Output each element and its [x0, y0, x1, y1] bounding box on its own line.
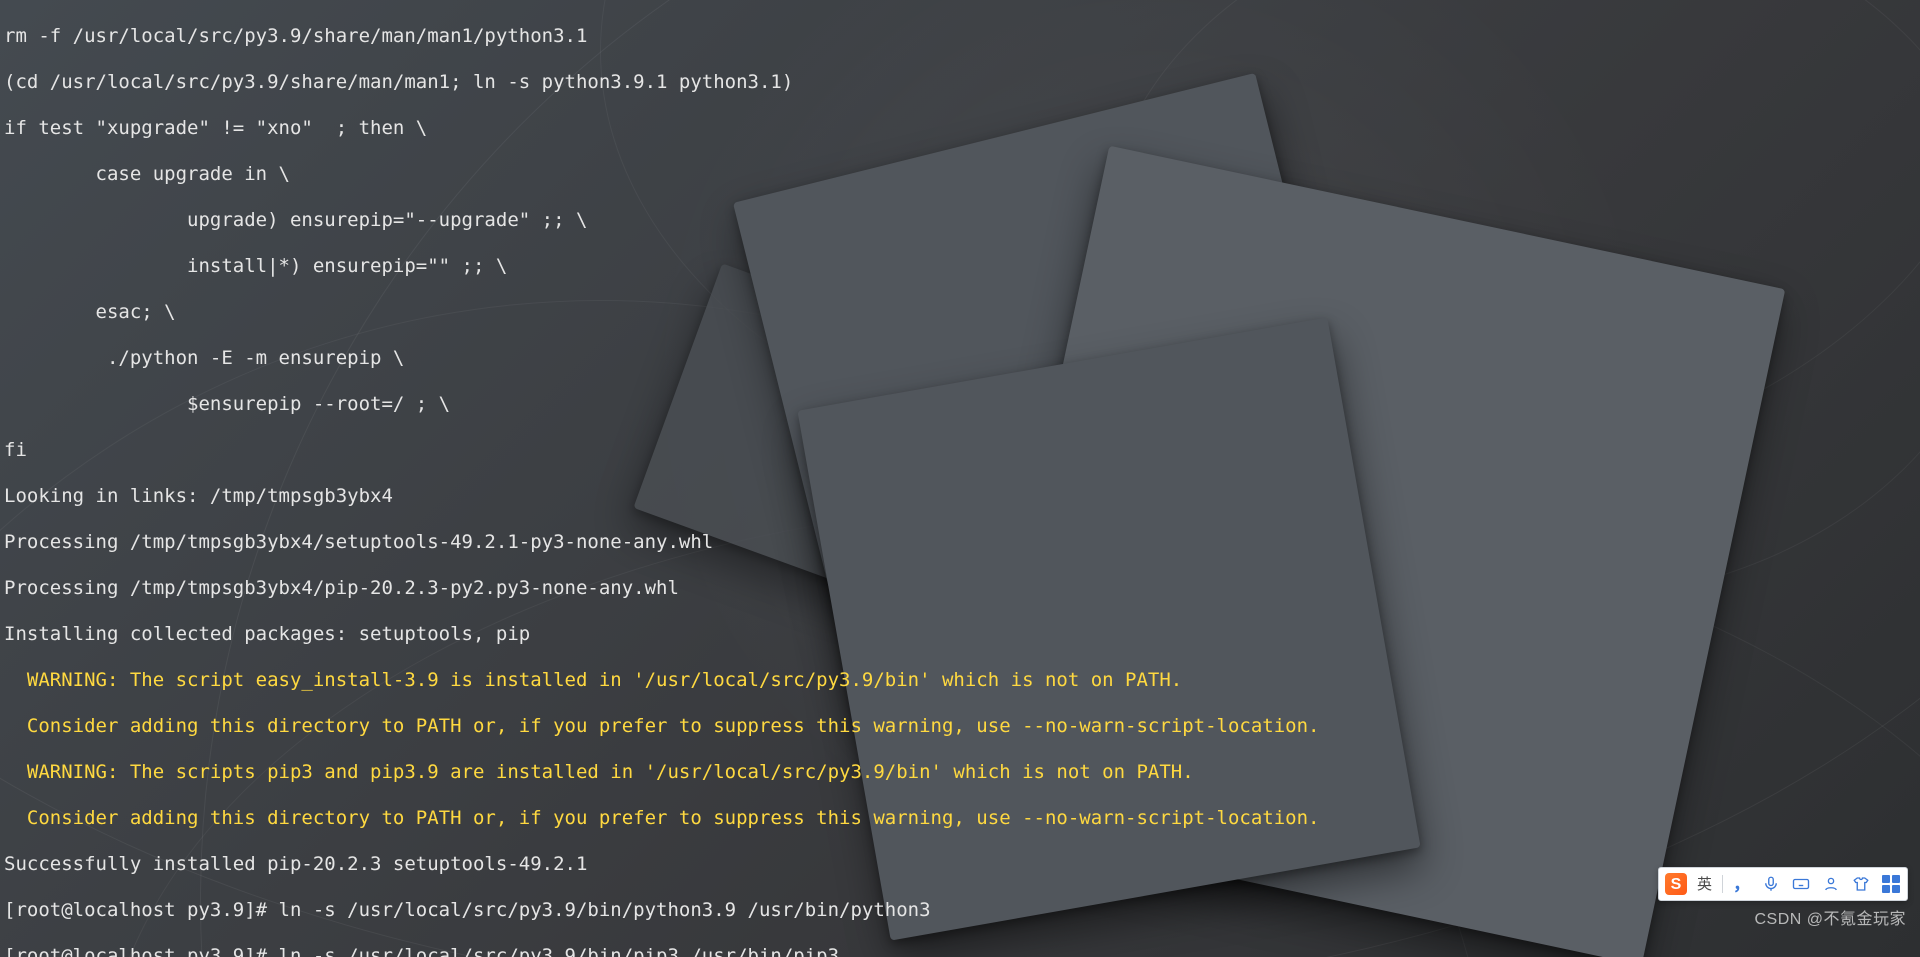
microphone-icon[interactable]: [1761, 874, 1781, 894]
terminal-line: [root@localhost py3.9]# ln -s /usr/local…: [4, 899, 1916, 922]
sogou-logo-icon[interactable]: S: [1665, 873, 1687, 895]
ime-punctuation-indicator[interactable]: ，: [1733, 873, 1751, 896]
terminal-line: Processing /tmp/tmpsgb3ybx4/pip-20.2.3-p…: [4, 577, 1916, 600]
terminal-line: Processing /tmp/tmpsgb3ybx4/setuptools-4…: [4, 531, 1916, 554]
terminal-line: Looking in links: /tmp/tmpsgb3ybx4: [4, 485, 1916, 508]
toolbox-icon[interactable]: [1881, 874, 1901, 894]
terminal-line: install|*) ensurepip="" ;; \: [4, 255, 1916, 278]
person-icon[interactable]: [1821, 874, 1841, 894]
terminal-warning: WARNING: The scripts pip3 and pip3.9 are…: [4, 761, 1916, 784]
skin-icon[interactable]: [1851, 874, 1871, 894]
keyboard-icon[interactable]: [1791, 874, 1811, 894]
terminal-line: upgrade) ensurepip="--upgrade" ;; \: [4, 209, 1916, 232]
ime-toolbar[interactable]: S 英 ，: [1658, 867, 1908, 901]
terminal-warning: Consider adding this directory to PATH o…: [4, 807, 1916, 830]
ime-language-indicator[interactable]: 英: [1697, 873, 1712, 896]
terminal-line: [root@localhost py3.9]# ln -s /usr/local…: [4, 945, 1916, 957]
terminal-line: esac; \: [4, 301, 1916, 324]
separator: [1722, 875, 1723, 893]
terminal-line: Successfully installed pip-20.2.3 setupt…: [4, 853, 1916, 876]
terminal-line: case upgrade in \: [4, 163, 1916, 186]
csdn-watermark: CSDN @不氪金玩家: [1754, 908, 1906, 931]
terminal-line: fi: [4, 439, 1916, 462]
terminal-line: if test "xupgrade" != "xno" ; then \: [4, 117, 1916, 140]
terminal-line: $ensurepip --root=/ ; \: [4, 393, 1916, 416]
terminal-warning: WARNING: The script easy_install-3.9 is …: [4, 669, 1916, 692]
terminal-line: Installing collected packages: setuptool…: [4, 623, 1916, 646]
terminal-line: rm -f /usr/local/src/py3.9/share/man/man…: [4, 25, 1916, 48]
terminal-warning: Consider adding this directory to PATH o…: [4, 715, 1916, 738]
terminal-line: (cd /usr/local/src/py3.9/share/man/man1;…: [4, 71, 1916, 94]
terminal-line: ./python -E -m ensurepip \: [4, 347, 1916, 370]
terminal[interactable]: rm -f /usr/local/src/py3.9/share/man/man…: [0, 0, 1920, 957]
